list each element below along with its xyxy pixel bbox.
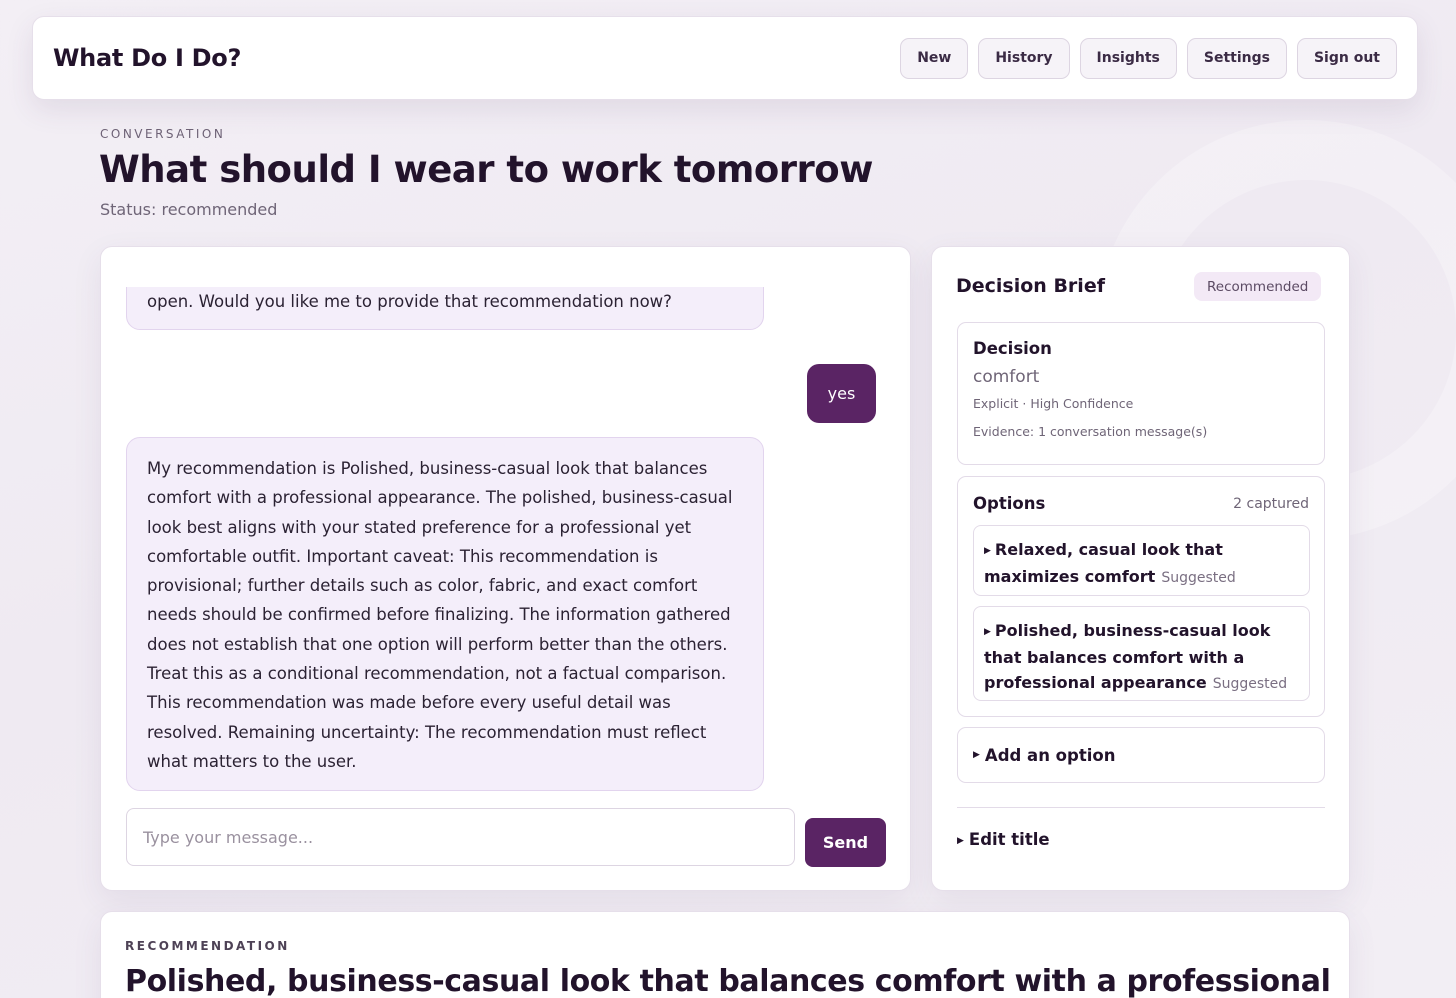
decision-confidence: Explicit · High Confidence: [973, 396, 1134, 411]
main-nav: New History Insights Settings Sign out: [900, 37, 1397, 79]
edit-title-label: Edit title: [968, 830, 1050, 849]
top-bar: What Do I Do? New History Insights Setti…: [32, 16, 1418, 100]
disclosure-triangle-icon: ▶: [973, 750, 980, 760]
recommendation-eyebrow: RECOMMENDATION: [125, 939, 290, 953]
decision-card: Decision comfort Explicit · High Confide…: [957, 322, 1325, 465]
disclosure-triangle-icon: ▶: [957, 836, 964, 846]
nav-settings-button[interactable]: Settings: [1186, 37, 1287, 79]
options-count: 2 captured: [1233, 496, 1309, 512]
user-message: yes: [807, 364, 876, 423]
nav-insights-button[interactable]: Insights: [1079, 37, 1177, 79]
option-tag: Suggested: [1212, 676, 1288, 692]
recommendation-panel: RECOMMENDATION Polished, business-casual…: [100, 911, 1350, 998]
page-title: What should I wear to work tomorrow: [99, 148, 873, 191]
nav-history-button[interactable]: History: [978, 37, 1070, 79]
decision-evidence: Evidence: 1 conversation message(s): [973, 424, 1208, 439]
options-heading: Options: [973, 494, 1046, 513]
decision-heading: Decision: [973, 339, 1052, 358]
assistant-message: My recommendation is Polished, business-…: [126, 437, 764, 792]
message-input[interactable]: [126, 808, 795, 866]
status-text: Status: recommended: [100, 200, 278, 219]
edit-title-toggle[interactable]: ▶ Edit title: [957, 830, 1050, 849]
disclosure-triangle-icon: ▶: [984, 546, 991, 556]
option-tag: Suggested: [1161, 570, 1236, 586]
options-card: Options 2 captured ▶ Relaxed, casual look…: [957, 476, 1325, 717]
add-option-toggle[interactable]: ▶ Add an option: [957, 727, 1325, 783]
add-option-label: Add an option: [984, 745, 1116, 765]
sign-out-button[interactable]: Sign out: [1296, 37, 1397, 79]
status-badge: Recommended: [1194, 272, 1322, 301]
send-button[interactable]: Send: [805, 818, 886, 867]
decision-brief-panel: Decision Brief Recommended Decision comf…: [931, 246, 1350, 891]
app-title: What Do I Do?: [53, 44, 242, 72]
disclosure-triangle-icon: ▶: [984, 627, 991, 637]
message-list[interactable]: your outfit, though some specific detail…: [101, 287, 910, 839]
assistant-message: your outfit, though some specific detail…: [126, 287, 764, 330]
option-item[interactable]: ▶ Relaxed, casual look that maximizes com…: [973, 525, 1310, 596]
brief-title: Decision Brief: [956, 275, 1105, 297]
recommendation-title: Polished, business-casual look that bala…: [125, 964, 1331, 998]
divider: [957, 807, 1325, 808]
option-item[interactable]: ▶ Polished, business-casual look that bal…: [973, 606, 1310, 701]
nav-new-button[interactable]: New: [900, 37, 969, 79]
conversation-panel: your outfit, though some specific detail…: [100, 246, 911, 891]
section-eyebrow: CONVERSATION: [100, 127, 226, 141]
decision-value: comfort: [973, 367, 1040, 387]
